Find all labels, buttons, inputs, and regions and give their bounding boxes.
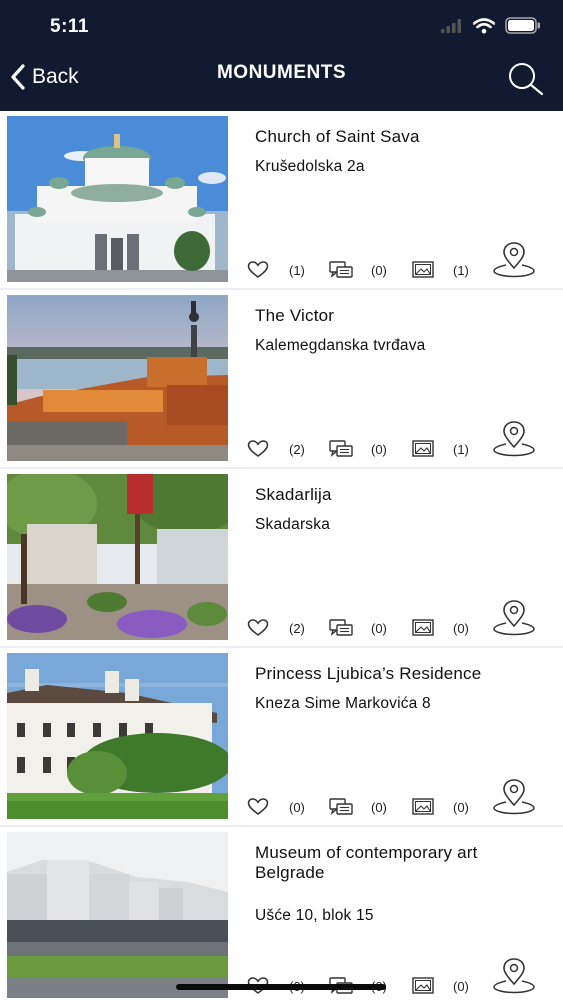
comment-count: (0) — [371, 263, 387, 278]
status-icons — [441, 17, 541, 34]
monument-address: Krušedolska 2a — [255, 158, 365, 175]
list-item[interactable]: Skadarlija Skadarska (2) (0) (0) — [0, 469, 563, 648]
monument-stats: (1) (0) (1) — [247, 261, 477, 281]
heart-icon[interactable] — [247, 798, 269, 816]
monument-address: Ušće 10, blok 15 — [255, 907, 374, 924]
comments-icon[interactable] — [329, 619, 353, 637]
map-pin-icon[interactable] — [493, 958, 535, 994]
comment-count: (0) — [371, 800, 387, 815]
like-count: (2) — [289, 442, 305, 457]
comments-icon[interactable] — [329, 798, 353, 816]
monument-stats: (2) (0) (1) — [247, 440, 477, 460]
monument-title: Church of Saint Sava — [255, 127, 420, 146]
comment-count: (0) — [371, 442, 387, 457]
nav-header: 5:11 Back MONUMENTS — [0, 0, 563, 111]
monument-title: Skadarlija — [255, 485, 332, 504]
comment-count: (0) — [371, 621, 387, 636]
monument-title: Princess Ljubica’s Residence — [255, 664, 482, 683]
church-photo — [7, 116, 228, 282]
map-pin-icon[interactable] — [493, 779, 535, 815]
residence-photo — [7, 653, 228, 819]
map-pin-icon[interactable] — [493, 421, 535, 457]
monument-title: Museum of contemporary art Belgrade — [255, 843, 478, 882]
fortress-photo — [7, 295, 228, 461]
list-item[interactable]: The Victor Kalemegdanska tvrđava (2) (0)… — [0, 290, 563, 469]
heart-icon[interactable] — [247, 261, 269, 279]
monument-address: Skadarska — [255, 516, 331, 533]
monument-stats: (0) (0) (0) — [247, 798, 477, 818]
monument-address: Kalemegdanska tvrđava — [255, 337, 426, 354]
photo-count: (0) — [453, 800, 469, 815]
like-count: (1) — [289, 263, 305, 278]
photo-icon[interactable] — [412, 261, 434, 279]
list-item[interactable]: Princess Ljubica’s Residence Kneza Sime … — [0, 648, 563, 827]
photo-icon[interactable] — [412, 619, 434, 637]
photo-icon[interactable] — [412, 440, 434, 458]
photo-icon[interactable] — [412, 798, 434, 816]
monument-address: Kneza Sime Markovića 8 — [255, 695, 431, 712]
like-count: (2) — [289, 621, 305, 636]
home-indicator[interactable] — [176, 984, 386, 990]
museum-photo — [7, 832, 228, 998]
search-icon — [509, 63, 544, 96]
comments-icon[interactable] — [329, 261, 353, 279]
street-photo — [7, 474, 228, 640]
battery-icon — [505, 17, 540, 34]
heart-icon[interactable] — [247, 440, 269, 458]
photo-count: (0) — [453, 621, 469, 636]
monument-list: Church of Saint Sava Krušedolska 2a (1) … — [0, 111, 563, 1000]
list-item[interactable]: Museum of contemporary art Belgrade Ušće… — [0, 827, 563, 1000]
wifi-icon — [473, 17, 495, 33]
photo-count: (1) — [453, 442, 469, 457]
map-pin-icon[interactable] — [493, 242, 535, 278]
photo-icon[interactable] — [412, 977, 434, 995]
comments-icon[interactable] — [329, 440, 353, 458]
page-title: MONUMENTS — [216, 62, 347, 83]
list-item[interactable]: Church of Saint Sava Krušedolska 2a (1) … — [0, 111, 563, 290]
like-count: (0) — [289, 800, 305, 815]
signal-icon — [441, 18, 461, 33]
search-button[interactable] — [507, 62, 545, 101]
photo-count: (0) — [453, 979, 469, 994]
photo-count: (1) — [453, 263, 469, 278]
monument-stats: (2) (0) (0) — [247, 619, 477, 639]
heart-icon[interactable] — [247, 619, 269, 637]
status-time: 5:11 — [50, 16, 89, 37]
monument-title: The Victor — [255, 306, 335, 325]
map-pin-icon[interactable] — [493, 600, 535, 636]
